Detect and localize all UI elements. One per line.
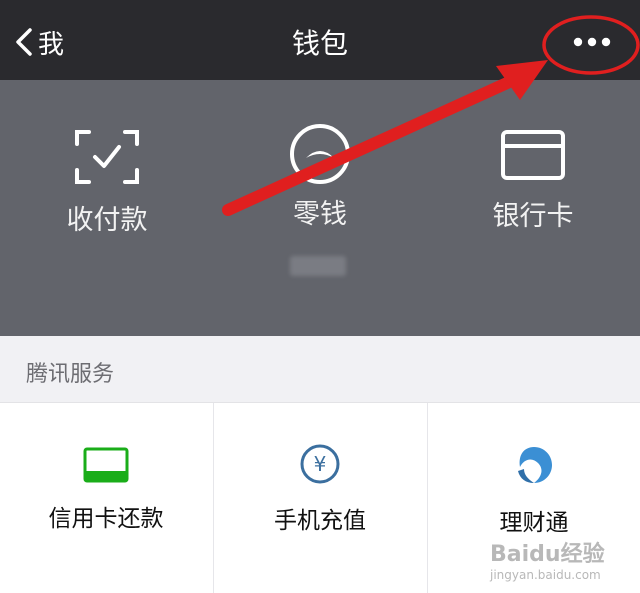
wallet-item-pay[interactable]: 收付款 [7,130,207,237]
wallet-item-change[interactable]: 零钱 [220,124,420,231]
yuan-icon: ¥ [300,444,340,484]
service-label: 信用卡还款 [48,506,164,532]
more-button[interactable] [552,20,630,72]
service-credit-card-repay[interactable]: 信用卡还款 [0,403,212,593]
watermark-url: jingyan.baidu.com [490,568,601,582]
wealth-icon [518,447,552,483]
svg-text:¥: ¥ [314,452,327,476]
service-mobile-topup[interactable]: ¥ 手机充值 [214,403,426,593]
service-label: 理财通 [499,510,569,536]
bank-card-icon [501,130,565,180]
wallet-item-label: 收付款 [66,205,148,236]
wallet-item-label: 零钱 [293,199,347,230]
section-title: 腾讯服务 [26,362,115,387]
nav-bar: 我 钱包 [0,0,640,80]
more-dots-icon [573,37,611,47]
section-header: 腾讯服务 [0,336,640,403]
credit-card-repay-icon [83,447,129,483]
coin-icon [290,124,350,184]
wallet-item-bank-card[interactable]: 银行卡 [433,130,633,233]
wallet-top-section: 收付款 零钱 银行卡 [0,80,640,336]
watermark: Baidu经验 jingyan.baidu.com [490,536,605,582]
page-title: 钱包 [291,27,348,60]
scan-pay-icon [75,130,139,184]
watermark-brand: Baidu经验 [490,542,605,567]
service-label: 手机充值 [274,508,366,534]
wallet-item-label: 银行卡 [492,201,574,232]
balance-masked [290,256,346,276]
